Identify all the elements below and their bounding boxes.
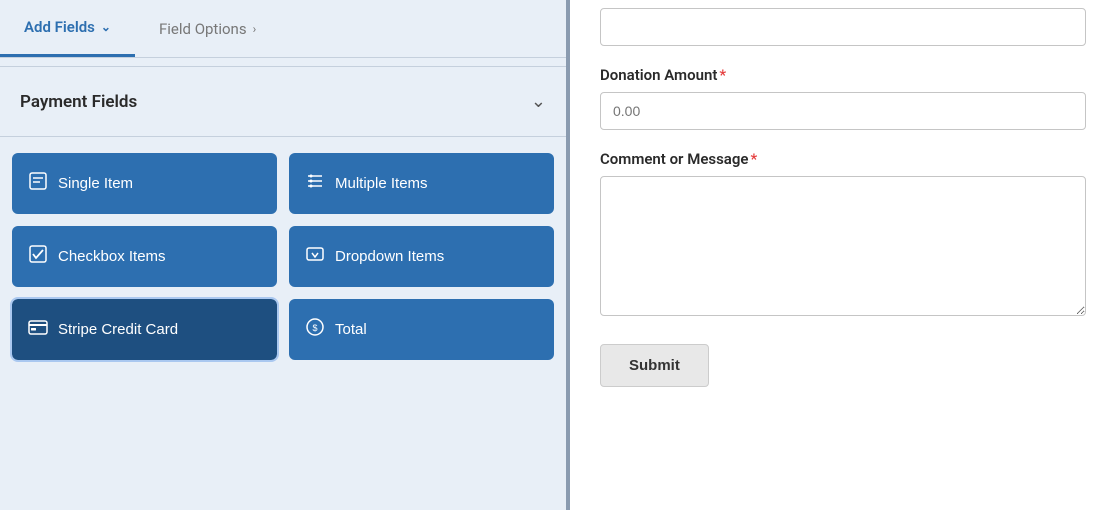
checkbox-items-icon bbox=[28, 244, 48, 269]
left-panel: Add Fields ⌄ Field Options › Payment Fie… bbox=[0, 0, 570, 510]
field-options-label: Field Options bbox=[159, 20, 247, 38]
stripe-credit-card-icon bbox=[28, 317, 48, 342]
top-divider bbox=[0, 66, 566, 67]
section-divider bbox=[0, 136, 566, 137]
payment-fields-section[interactable]: Payment Fields ⌄ bbox=[0, 75, 566, 128]
multiple-items-label: Multiple Items bbox=[335, 175, 428, 192]
dropdown-items-icon bbox=[305, 244, 325, 269]
tab-header: Add Fields ⌄ Field Options › bbox=[0, 0, 566, 58]
submit-button[interactable]: Submit bbox=[600, 344, 709, 387]
add-fields-label: Add Fields bbox=[24, 18, 95, 36]
total-icon: $ bbox=[305, 317, 325, 342]
single-item-icon bbox=[28, 171, 48, 196]
add-fields-chevron: ⌄ bbox=[101, 20, 111, 34]
checkbox-items-label: Checkbox Items bbox=[58, 248, 166, 265]
payment-buttons-grid: Single Item Multiple Items bbox=[0, 145, 566, 376]
dropdown-items-label: Dropdown Items bbox=[335, 248, 444, 265]
donation-amount-input[interactable] bbox=[600, 92, 1086, 130]
comment-required-star: * bbox=[750, 150, 757, 168]
total-label: Total bbox=[335, 321, 367, 338]
top-field bbox=[600, 8, 1086, 46]
dropdown-items-button[interactable]: Dropdown Items bbox=[289, 226, 554, 287]
form-container: Donation Amount* Comment or Message* Sub… bbox=[600, 0, 1086, 387]
comment-textarea[interactable] bbox=[600, 176, 1086, 316]
donation-required-star: * bbox=[719, 66, 726, 84]
stripe-credit-card-label: Stripe Credit Card bbox=[58, 321, 178, 338]
multiple-items-icon bbox=[305, 171, 325, 196]
field-options-chevron: › bbox=[253, 22, 257, 36]
comment-label: Comment or Message* bbox=[600, 150, 1086, 168]
comment-field: Comment or Message* bbox=[600, 150, 1086, 320]
multiple-items-button[interactable]: Multiple Items bbox=[289, 153, 554, 214]
total-button[interactable]: $ Total bbox=[289, 299, 554, 360]
donation-amount-field: Donation Amount* bbox=[600, 66, 1086, 130]
donation-amount-label: Donation Amount* bbox=[600, 66, 1086, 84]
stripe-credit-card-button[interactable]: Stripe Credit Card bbox=[12, 299, 277, 360]
single-item-label: Single Item bbox=[58, 175, 133, 192]
top-input[interactable] bbox=[600, 8, 1086, 46]
section-title: Payment Fields bbox=[20, 92, 137, 112]
svg-text:$: $ bbox=[312, 323, 317, 333]
checkbox-items-button[interactable]: Checkbox Items bbox=[12, 226, 277, 287]
single-item-button[interactable]: Single Item bbox=[12, 153, 277, 214]
right-panel: Donation Amount* Comment or Message* Sub… bbox=[570, 0, 1116, 510]
tab-add-fields[interactable]: Add Fields ⌄ bbox=[0, 0, 135, 57]
tab-field-options[interactable]: Field Options › bbox=[135, 0, 280, 57]
section-chevron: ⌄ bbox=[531, 91, 546, 112]
